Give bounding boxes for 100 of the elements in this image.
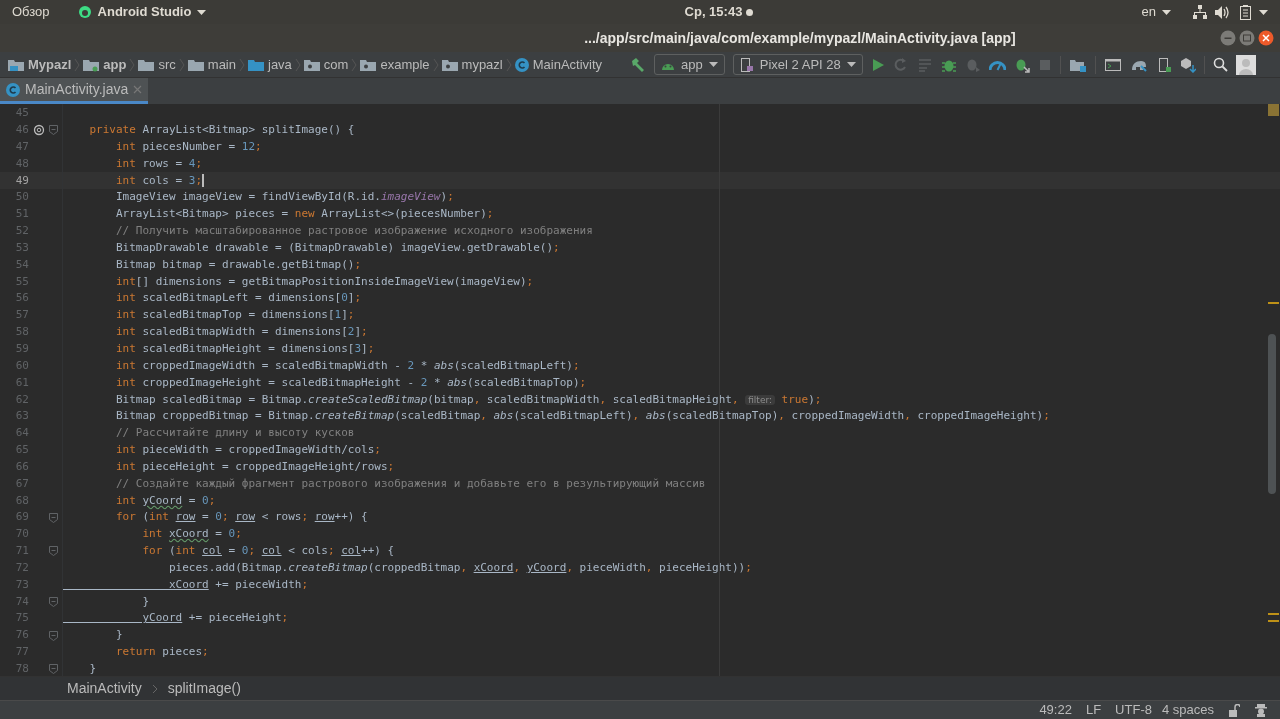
code-line: int croppedImageHeight = scaledBitmapHeight - 2 * abs(scaledBitmapTop); — [114, 374, 587, 391]
nav-path-item[interactable]: Mypazl — [8, 54, 72, 75]
code-line: int scaledBitmapTop = dimensions[1]; — [114, 307, 355, 324]
line-number: 68 — [14, 492, 29, 509]
line-number: 64 — [14, 425, 29, 442]
run-configuration-dropdown[interactable]: app — [654, 54, 725, 75]
network-icon[interactable] — [1193, 5, 1207, 19]
line-number: 74 — [14, 593, 29, 610]
code-line: int xCoord = 0; — [141, 526, 242, 543]
line-number: 62 — [14, 391, 29, 408]
chevron-icon — [151, 683, 158, 694]
code-line: Bitmap bitmap = drawable.getBitmap(); — [114, 256, 362, 273]
line-number: 75 — [14, 610, 29, 627]
code-line: int scaledBitmapWidth = dimensions[2]; — [114, 324, 368, 341]
unlocked-padlock-icon[interactable] — [1228, 703, 1240, 717]
code-line: int piecesNumber = 12; — [114, 138, 262, 155]
line-number: 54 — [14, 256, 29, 273]
code-line: pieces.add(Bitmap.createBitmap(croppedBitmap, xCoord, yCoord, pieceWidth, pieceHeight)); — [167, 559, 752, 576]
fold-marker-icon[interactable] — [49, 546, 58, 557]
line-number: 73 — [14, 576, 29, 593]
code-line: // Рассчитайте длину и высоту кусков — [114, 425, 355, 442]
nav-path-item[interactable]: main — [187, 54, 236, 75]
activities-button[interactable]: Обзор — [12, 2, 50, 22]
code-line: int pieceHeight = croppedImageHeight/rows; — [114, 458, 395, 475]
caret-position[interactable]: 49:22 — [1039, 700, 1072, 719]
code-line: Bitmap croppedBitmap = Bitmap.createBitmap(scaledBitmap, abs(scaledBitmapLeft), abs(scaledBitmapTop), croppedImageWidth, croppedImageHeight); — [114, 408, 1050, 425]
nav-path-item[interactable]: MainActivity — [514, 54, 603, 75]
code-line: Bitmap scaledBitmap = Bitmap.createScaledBitmap(bitmap, scaledBitmapWidth, scaledBitmapHeight, filter: true); — [114, 391, 822, 408]
code-line: int scaledBitmapHeight = dimensions[3]; — [114, 341, 375, 357]
volume-icon[interactable] — [1215, 5, 1230, 19]
line-number: 59 — [14, 341, 29, 357]
nav-path-item[interactable]: com — [303, 54, 349, 75]
text-cursor — [202, 174, 204, 188]
line-number: 76 — [14, 627, 29, 644]
breadcrumb[interactable]: splitImage() — [167, 678, 241, 699]
code-line: int yCoord = 0; — [114, 492, 216, 509]
class-icon — [6, 82, 20, 97]
nav-path-item[interactable]: java — [248, 54, 292, 75]
line-number: 56 — [14, 290, 29, 307]
nav-path-item[interactable]: mypazl — [441, 54, 503, 75]
code-line: int[] dimensions = getBitmapPositionInsideImageView(imageView); — [114, 273, 534, 290]
notification-dot-icon — [746, 8, 754, 16]
code-line: int scaledBitmapLeft = dimensions[0]; — [114, 290, 362, 307]
line-number: 49 — [14, 172, 29, 189]
inspector-figure-icon[interactable] — [1254, 703, 1268, 717]
dropdown-icon[interactable] — [1259, 9, 1268, 15]
hammer-icon[interactable] — [630, 56, 647, 73]
nav-path-item[interactable]: example — [360, 54, 430, 75]
code-line: xCoord += pieceWidth; — [167, 576, 309, 593]
device-dropdown[interactable]: Pixel 2 API 28 — [732, 54, 863, 75]
indent-setting[interactable]: 4 spaces — [1161, 700, 1214, 719]
line-number: 65 — [14, 442, 29, 459]
app-menu[interactable]: Android Studio — [77, 2, 207, 22]
line-number: 53 — [14, 239, 29, 256]
editor-tab[interactable]: MainActivity.java — [0, 78, 149, 104]
minimize-icon[interactable] — [1220, 30, 1236, 46]
package-folder-icon — [303, 57, 320, 72]
code-line: yCoord += pieceHeight; — [141, 610, 289, 627]
clock[interactable]: Ср, 15:43 — [206, 2, 1142, 22]
phone-icon — [739, 56, 754, 73]
fold-marker-icon[interactable] — [49, 630, 58, 641]
keyboard-layout-menu[interactable]: en — [1141, 2, 1171, 22]
fold-marker-icon[interactable] — [49, 664, 58, 675]
breadcrumb[interactable]: MainActivity — [67, 678, 142, 699]
folder-icon — [187, 57, 204, 72]
code-line: // Получить масштабированное растровое изображение исходного изображения — [114, 223, 593, 240]
dropdown-icon — [197, 9, 207, 15]
caret-icon — [846, 62, 856, 67]
search-icon[interactable] — [1212, 57, 1228, 72]
file-encoding[interactable]: UTF-8 — [1115, 700, 1152, 719]
line-number: 45 — [14, 105, 29, 122]
nav-path-item[interactable]: app — [83, 54, 127, 75]
android-head-icon — [77, 5, 92, 19]
module-folder-icon — [83, 57, 100, 72]
battery-icon[interactable] — [1240, 4, 1251, 20]
line-separator[interactable]: LF — [1085, 700, 1102, 719]
line-number: 47 — [14, 138, 29, 155]
package-folder-icon — [441, 57, 458, 72]
line-number: 50 — [14, 189, 29, 206]
line-number: 52 — [14, 223, 29, 240]
line-number: 51 — [14, 206, 29, 223]
fold-marker-icon[interactable] — [49, 125, 58, 136]
folder-icon — [138, 57, 155, 72]
user-avatar-icon[interactable] — [1235, 54, 1256, 75]
window-title: .../app/src/main/java/com/example/mypazl/MainActivity.java [app] — [584, 28, 1016, 48]
fold-marker-icon[interactable] — [49, 512, 58, 523]
sdk-manager-icon[interactable] — [1179, 56, 1196, 73]
terminal-window-icon[interactable] — [1103, 56, 1122, 73]
close-icon[interactable] — [1258, 30, 1274, 46]
run-icon[interactable] — [870, 57, 885, 72]
override-marker-icon[interactable] — [33, 124, 45, 137]
nav-path-item[interactable]: src — [138, 54, 176, 75]
code-line: BitmapDrawable drawable = (BitmapDrawable) imageView.getDrawable(); — [114, 239, 560, 256]
folder-icon — [248, 57, 264, 72]
code-line: return pieces; — [114, 644, 209, 661]
line-number: 67 — [14, 475, 29, 492]
line-number: 57 — [14, 307, 29, 324]
code-line: int cols = 3; — [114, 172, 203, 189]
line-number: 58 — [14, 324, 29, 341]
fold-marker-icon[interactable] — [49, 596, 58, 607]
